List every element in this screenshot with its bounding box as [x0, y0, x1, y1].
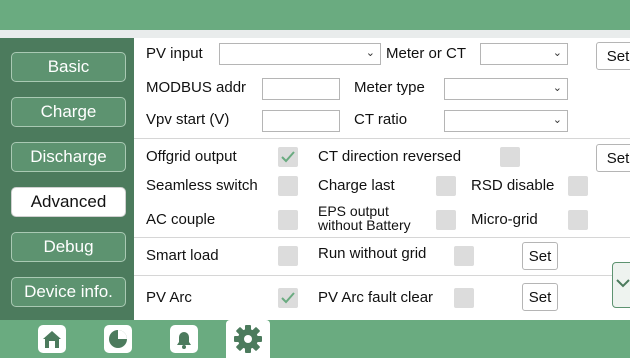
divider: [134, 237, 630, 238]
charge-last-checkbox[interactable]: [436, 176, 456, 196]
rsd-disable-label: RSD disable: [471, 177, 555, 194]
sidebar-item-advanced[interactable]: Advanced: [11, 187, 126, 217]
eps-output-label-line2: without Battery: [318, 217, 411, 233]
chevron-down-icon: ⌄: [552, 47, 562, 59]
advanced-settings-panel: PV input ⌄ Meter or CT ⌄ Set MODBUS addr…: [134, 38, 630, 320]
pv-input-label: PV input: [146, 45, 203, 62]
meter-or-ct-select[interactable]: ⌄: [480, 43, 568, 65]
rsd-disable-checkbox[interactable]: [568, 176, 588, 196]
set-ct-direction-button[interactable]: Set: [596, 144, 630, 172]
pv-arc-checkbox[interactable]: [278, 288, 298, 308]
pv-arc-label: PV Arc: [146, 289, 192, 306]
pv-arc-fault-clear-label: PV Arc fault clear: [318, 289, 434, 306]
tab-home[interactable]: [30, 320, 74, 358]
ac-couple-label: AC couple: [146, 211, 216, 228]
charge-last-label: Charge last: [318, 177, 395, 194]
offgrid-output-label: Offgrid output: [146, 148, 237, 165]
sidebar-item-discharge[interactable]: Discharge: [11, 142, 126, 172]
sidebar: Basic Charge Discharge Advanced Debug De…: [0, 38, 134, 320]
eps-output-checkbox[interactable]: [436, 210, 456, 230]
ct-ratio-select[interactable]: ⌄: [444, 110, 568, 132]
vpv-start-input[interactable]: [262, 110, 340, 132]
top-strip: [0, 30, 630, 38]
pv-input-select[interactable]: ⌄: [219, 43, 381, 65]
set-meter-button[interactable]: Set: [596, 42, 630, 70]
micro-grid-checkbox[interactable]: [568, 210, 588, 230]
chevron-down-icon: ⌄: [552, 114, 562, 126]
run-without-grid-label: Run without grid: [318, 245, 427, 262]
home-icon: [38, 325, 66, 353]
checkmark-icon: [281, 292, 295, 304]
bell-icon: [170, 325, 198, 353]
vpv-start-label: Vpv start (V): [146, 111, 230, 128]
seamless-switch-label: Seamless switch: [146, 177, 258, 194]
smart-load-checkbox[interactable]: [278, 246, 298, 266]
gear-icon: [234, 325, 262, 353]
chevron-down-icon: [616, 279, 630, 288]
divider: [134, 275, 630, 276]
eps-output-label-line1: EPS output: [318, 203, 389, 219]
pv-arc-fault-clear-checkbox[interactable]: [454, 288, 474, 308]
sidebar-item-device-info[interactable]: Device info.: [11, 277, 126, 307]
ct-ratio-label: CT ratio: [354, 111, 408, 128]
scroll-down-button[interactable]: [612, 262, 630, 308]
sidebar-item-basic[interactable]: Basic: [11, 52, 126, 82]
checkmark-icon: [281, 151, 295, 163]
meter-or-ct-label: Meter or CT: [386, 45, 467, 62]
chevron-down-icon: ⌄: [365, 47, 375, 59]
top-bar: [0, 0, 630, 30]
divider: [134, 138, 630, 139]
ct-direction-reversed-label: CT direction reversed: [318, 148, 462, 165]
ac-couple-checkbox[interactable]: [278, 210, 298, 230]
chevron-down-icon: ⌄: [552, 82, 562, 94]
micro-grid-label: Micro-grid: [471, 211, 538, 228]
modbus-addr-label: MODBUS addr: [146, 79, 247, 96]
tab-statistics[interactable]: [96, 320, 140, 358]
ct-direction-reversed-checkbox[interactable]: [500, 147, 520, 167]
tab-settings[interactable]: [226, 320, 270, 358]
tab-alarms[interactable]: [162, 320, 206, 358]
set-pv-arc-button[interactable]: Set: [522, 283, 558, 311]
offgrid-output-checkbox[interactable]: [278, 147, 298, 167]
seamless-switch-checkbox[interactable]: [278, 176, 298, 196]
sidebar-item-charge[interactable]: Charge: [11, 97, 126, 127]
modbus-addr-input[interactable]: [262, 78, 340, 100]
sidebar-item-debug[interactable]: Debug: [11, 232, 126, 262]
set-run-without-grid-button[interactable]: Set: [522, 242, 558, 270]
run-without-grid-checkbox[interactable]: [454, 246, 474, 266]
meter-type-label: Meter type: [354, 79, 425, 96]
eps-output-label: EPS output without Battery: [318, 204, 411, 232]
meter-type-select[interactable]: ⌄: [444, 78, 568, 100]
smart-load-label: Smart load: [146, 247, 219, 264]
pie-chart-icon: [104, 325, 132, 353]
bottom-nav-bar: [0, 320, 630, 358]
